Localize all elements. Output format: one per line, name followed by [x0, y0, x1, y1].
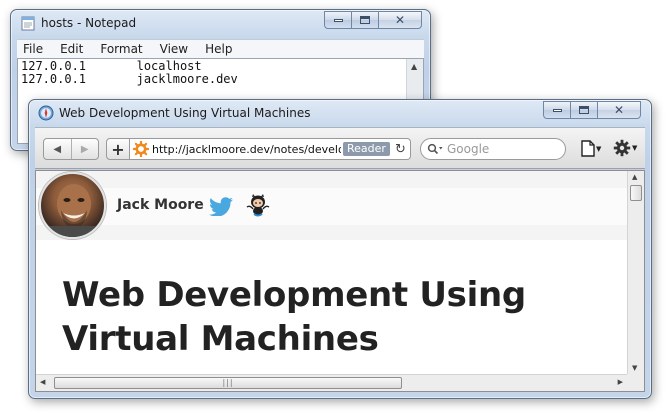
- address-bar[interactable]: http://jacklmoore.dev/notes/develo Reade…: [130, 138, 411, 160]
- scroll-left-arrow-icon[interactable]: ◀: [40, 378, 45, 386]
- forward-icon: ▶: [80, 143, 89, 155]
- back-icon: ◀: [53, 143, 62, 155]
- scroll-right-arrow-icon[interactable]: ▶: [618, 378, 623, 386]
- minimize-icon: [552, 108, 562, 112]
- back-button[interactable]: ◀: [44, 139, 72, 159]
- minimize-icon: [333, 18, 343, 22]
- minimize-button[interactable]: [324, 11, 351, 29]
- search-input[interactable]: [447, 142, 557, 156]
- scroll-down-arrow-icon[interactable]: ▼: [632, 364, 637, 372]
- settings-menu-button[interactable]: ▼: [613, 139, 637, 157]
- maximize-icon: [579, 106, 589, 114]
- horizontal-scrollbar[interactable]: ◀ ||| ▶: [36, 374, 627, 391]
- close-icon: ✕: [394, 13, 406, 27]
- page-menu-icon: [581, 140, 595, 157]
- add-bookmark-icon: +: [111, 139, 125, 159]
- horizontal-scroll-thumb[interactable]: |||: [54, 377, 402, 389]
- search-field[interactable]: [420, 138, 566, 160]
- add-bookmark-button[interactable]: +: [106, 138, 130, 160]
- minimize-button[interactable]: [543, 101, 570, 119]
- notepad-title: hosts - Notepad: [41, 16, 137, 30]
- grip-icon: |||: [222, 378, 234, 387]
- author-name-link[interactable]: Jack Moore: [117, 197, 204, 213]
- maximize-icon: [360, 16, 370, 24]
- browser-window[interactable]: Web Development Using Virtual Machines ✕…: [28, 99, 652, 399]
- menu-format[interactable]: Format: [100, 42, 142, 56]
- gear-icon: [613, 139, 631, 157]
- close-button[interactable]: ✕: [597, 101, 641, 119]
- menu-edit[interactable]: Edit: [60, 42, 83, 56]
- reload-icon[interactable]: ↻: [395, 142, 406, 157]
- browser-title: Web Development Using Virtual Machines: [59, 106, 311, 120]
- article-title: Web Development Using Virtual Machines: [62, 275, 526, 359]
- site-header: Jack Moore: [36, 171, 644, 240]
- close-icon: ✕: [613, 103, 625, 117]
- forward-button[interactable]: ▶: [72, 139, 99, 159]
- page-menu-button[interactable]: ▼: [581, 140, 601, 157]
- notepad-icon: [21, 16, 35, 31]
- page-menu-caret-icon: ▼: [596, 144, 602, 153]
- browser-caption-buttons: ✕: [543, 101, 641, 119]
- hosts-file-content[interactable]: 127.0.0.1 localhost 127.0.0.1 jacklmoore…: [21, 60, 238, 86]
- web-content-area[interactable]: Jack Moore Web Development Using Virtual…: [35, 170, 645, 392]
- avatar-face-image: [47, 184, 102, 237]
- navigation-buttons: ◀ ▶: [43, 138, 99, 160]
- safari-icon: [38, 105, 54, 121]
- menu-view[interactable]: View: [160, 42, 188, 56]
- notepad-caption-buttons: ✕: [324, 11, 422, 29]
- settings-caret-icon: ▼: [632, 144, 638, 152]
- reader-button[interactable]: Reader: [343, 142, 390, 156]
- url-text[interactable]: http://jacklmoore.dev/notes/develo: [152, 143, 341, 156]
- maximize-button[interactable]: [570, 101, 597, 119]
- vertical-scroll-thumb[interactable]: [630, 185, 642, 201]
- vertical-scrollbar[interactable]: ▲ ▼: [627, 171, 644, 374]
- scrollbar-corner: [627, 374, 644, 391]
- favicon-icon: [133, 141, 149, 157]
- menu-file[interactable]: File: [23, 42, 43, 56]
- twitter-icon[interactable]: [209, 196, 235, 216]
- author-avatar[interactable]: [39, 172, 106, 239]
- menu-help[interactable]: Help: [205, 42, 232, 56]
- scroll-up-arrow-icon[interactable]: ▲: [632, 173, 637, 181]
- close-button[interactable]: ✕: [378, 11, 422, 29]
- maximize-button[interactable]: [351, 11, 378, 29]
- search-icon: [427, 143, 443, 155]
- notepad-menubar: File Edit Format View Help: [17, 39, 424, 58]
- scroll-up-arrow-icon[interactable]: ▲: [411, 62, 417, 71]
- browser-toolbar: ◀ ▶ + http://jacklmoore.dev/notes/develo…: [35, 127, 645, 169]
- github-icon[interactable]: [245, 193, 271, 217]
